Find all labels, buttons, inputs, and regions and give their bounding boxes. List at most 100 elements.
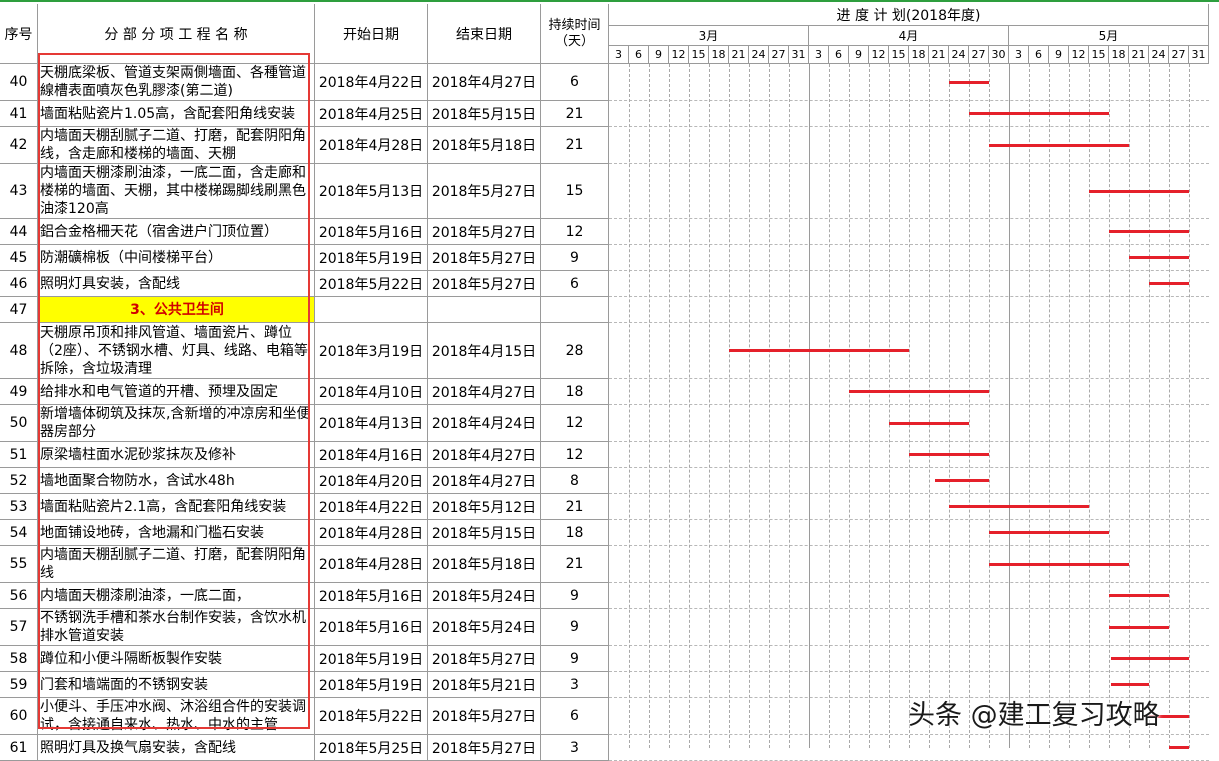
gantt-grid-line bbox=[1069, 64, 1070, 748]
row-task-name-text: 墙地面聚合物防水，含试水48h bbox=[40, 472, 235, 489]
row-start-date: 2018年5月22日 bbox=[315, 271, 428, 297]
row-duration: 3 bbox=[541, 735, 609, 761]
header-duration: 持续时间（天） bbox=[541, 4, 609, 64]
gantt-grid-line bbox=[649, 64, 650, 748]
gantt-bar bbox=[1111, 657, 1189, 660]
row-duration: 21 bbox=[541, 127, 609, 164]
header-end-date: 结束日期 bbox=[428, 4, 541, 64]
gantt-bar bbox=[989, 563, 1129, 566]
gantt-grid-line bbox=[1089, 64, 1090, 748]
row-no: 51 bbox=[0, 442, 38, 468]
row-task-name: 原梁墙柱面水泥砂浆抹灰及修补 bbox=[38, 442, 315, 468]
header-day-tick: 24 bbox=[1149, 46, 1169, 64]
row-duration: 12 bbox=[541, 405, 609, 442]
row-task-name-text: 天棚原吊顶和排风管道、墙面瓷片、蹲位（2座）、不锈钢水槽、灯具、线路、电箱等拆除… bbox=[40, 324, 308, 377]
row-duration: 21 bbox=[541, 546, 609, 583]
row-end-date: 2018年4月27日 bbox=[428, 442, 541, 468]
row-no: 54 bbox=[0, 520, 38, 546]
row-task-name-text: 鋁合金格柵天花（宿舍进户门顶位置） bbox=[40, 223, 278, 240]
gantt-grid-line bbox=[849, 64, 850, 748]
gantt-grid-line bbox=[929, 64, 930, 748]
row-task-name-text: 防潮礦棉板（中间楼梯平台） bbox=[40, 249, 222, 266]
header-day-tick: 21 bbox=[929, 46, 949, 64]
row-duration: 3 bbox=[541, 672, 609, 698]
row-no: 44 bbox=[0, 219, 38, 245]
row-task-name-text: 不锈钢洗手槽和茶水台制作安装，含饮水机排水管道安装 bbox=[40, 610, 306, 644]
row-task-name-text: 原梁墙柱面水泥砂浆抹灰及修补 bbox=[40, 446, 236, 463]
gantt-bar bbox=[729, 349, 909, 352]
row-no: 58 bbox=[0, 646, 38, 672]
row-start-date: 2018年3月19日 bbox=[315, 323, 428, 379]
header-day-tick: 30 bbox=[989, 46, 1009, 64]
row-no: 59 bbox=[0, 672, 38, 698]
header-day-tick: 21 bbox=[729, 46, 749, 64]
gantt-grid-line bbox=[749, 64, 750, 748]
row-duration: 12 bbox=[541, 442, 609, 468]
gantt-bar bbox=[1169, 746, 1189, 749]
row-task-name-text: 门套和墙端面的不锈钢安装 bbox=[40, 676, 208, 693]
header-day-tick: 24 bbox=[749, 46, 769, 64]
gantt-grid-line bbox=[989, 64, 990, 748]
row-no: 43 bbox=[0, 164, 38, 219]
row-task-name-text: 墙面粘贴瓷片1.05高，含配套阳角线安装 bbox=[40, 105, 296, 122]
header-day-tick: 15 bbox=[1089, 46, 1109, 64]
gantt-grid-line bbox=[1149, 64, 1150, 748]
row-task-name: 3、公共卫生间 bbox=[38, 297, 315, 323]
row-duration: 9 bbox=[541, 646, 609, 672]
row-duration: 6 bbox=[541, 271, 609, 297]
row-no: 50 bbox=[0, 405, 38, 442]
row-start-date: 2018年5月19日 bbox=[315, 672, 428, 698]
row-start-date: 2018年5月13日 bbox=[315, 164, 428, 219]
row-task-name: 天棚原吊顶和排风管道、墙面瓷片、蹲位（2座）、不锈钢水槽、灯具、线路、电箱等拆除… bbox=[38, 323, 315, 379]
row-task-name: 内墙面天棚刮腻子二道、打磨，配套阴阳角线，含走廊和楼梯的墙面、天棚 bbox=[38, 127, 315, 164]
row-task-name-text: 蹲位和小便斗隔断板製作安裝 bbox=[40, 650, 222, 667]
row-duration: 9 bbox=[541, 609, 609, 646]
header-day-tick: 3 bbox=[809, 46, 829, 64]
row-start-date: 2018年4月13日 bbox=[315, 405, 428, 442]
header-day-tick: 12 bbox=[669, 46, 689, 64]
header-day-tick: 31 bbox=[1189, 46, 1209, 64]
row-start-date: 2018年4月16日 bbox=[315, 442, 428, 468]
row-task-name-text: 照明灯具安装，含配线 bbox=[40, 275, 180, 292]
row-duration: 18 bbox=[541, 379, 609, 405]
row-duration: 9 bbox=[541, 245, 609, 271]
row-start-date: 2018年5月16日 bbox=[315, 219, 428, 245]
watermark: 头条 @建工复习攻略 bbox=[908, 700, 1160, 731]
gantt-bar bbox=[949, 81, 989, 84]
row-start-date: 2018年5月25日 bbox=[315, 735, 428, 761]
gantt-grid-line bbox=[909, 64, 910, 748]
header-day-tick: 21 bbox=[1129, 46, 1149, 64]
row-end-date: 2018年4月24日 bbox=[428, 405, 541, 442]
gantt-grid-line bbox=[949, 64, 950, 748]
row-task-name: 鋁合金格柵天花（宿舍进户门顶位置） bbox=[38, 219, 315, 245]
row-task-name: 照明灯具安装，含配线 bbox=[38, 271, 315, 297]
header-day-tick: 12 bbox=[1069, 46, 1089, 64]
row-no: 40 bbox=[0, 64, 38, 101]
header-day-tick: 12 bbox=[869, 46, 889, 64]
row-duration: 28 bbox=[541, 323, 609, 379]
row-end-date: 2018年5月27日 bbox=[428, 698, 541, 735]
row-no: 42 bbox=[0, 127, 38, 164]
gantt-grid-line bbox=[1049, 64, 1050, 748]
row-task-name: 门套和墙端面的不锈钢安装 bbox=[38, 672, 315, 698]
header-month: 3月 bbox=[609, 26, 809, 46]
header-start-date: 开始日期 bbox=[315, 4, 428, 64]
row-no: 46 bbox=[0, 271, 38, 297]
gantt-grid-line bbox=[1109, 64, 1110, 748]
header-plan-title: 进 度 计 划(2018年度) bbox=[609, 4, 1209, 26]
row-start-date: 2018年5月16日 bbox=[315, 609, 428, 646]
row-end-date: 2018年5月24日 bbox=[428, 609, 541, 646]
row-task-name-text: 内墙面天棚漆刷油漆，一底二面，含走廊和楼梯的墙面、天棚，其中楼梯踢脚线刷黑色油漆… bbox=[40, 165, 306, 217]
gantt-bar bbox=[1111, 683, 1149, 686]
gantt-grid-line bbox=[889, 64, 890, 748]
row-task-name: 内墙面天棚漆刷油漆，一底二面，含走廊和楼梯的墙面、天棚，其中楼梯踢脚线刷黑色油漆… bbox=[38, 164, 315, 219]
row-no: 61 bbox=[0, 735, 38, 761]
header-day-tick: 6 bbox=[629, 46, 649, 64]
gantt-grid-line bbox=[729, 64, 730, 748]
gantt-bar bbox=[1129, 256, 1189, 259]
row-start-date: 2018年5月16日 bbox=[315, 583, 428, 609]
gantt-grid-line bbox=[1029, 64, 1030, 748]
row-task-name-text: 给排水和电气管道的开槽、预埋及固定 bbox=[40, 383, 278, 400]
row-task-name: 照明灯具及换气扇安装，含配线 bbox=[38, 735, 315, 761]
row-task-name: 墙面粘贴瓷片1.05高，含配套阳角线安装 bbox=[38, 101, 315, 127]
